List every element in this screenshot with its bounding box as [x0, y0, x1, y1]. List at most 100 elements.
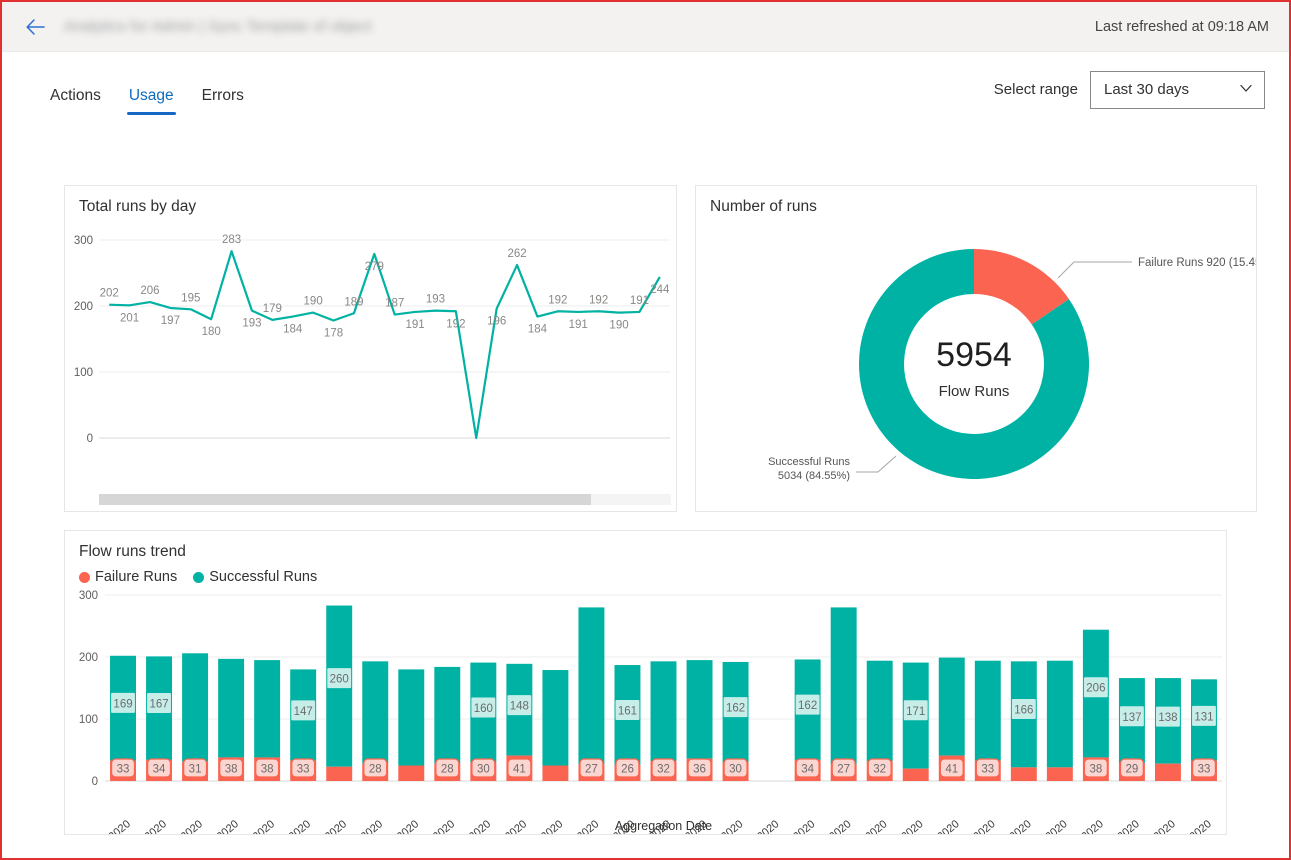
bar-segment-successful[interactable]: [182, 653, 209, 762]
bar-label-failure: 29: [1126, 764, 1139, 776]
bar-segment-failure[interactable]: [1154, 763, 1181, 781]
top-command-bar: Analytics for Admin | Sync Template of o…: [2, 2, 1289, 52]
legend-item-successful-runs[interactable]: Successful Runs: [193, 569, 317, 585]
bar-segment-failure[interactable]: [326, 766, 353, 781]
svg-text:196: 196: [487, 316, 506, 328]
bar-segment-successful[interactable]: [434, 666, 461, 764]
svg-text:191: 191: [630, 295, 649, 307]
bar-segment-failure[interactable]: [902, 768, 929, 781]
bar-segment-successful[interactable]: [578, 607, 605, 765]
bar-label-successful: 160: [474, 703, 493, 715]
chevron-down-icon: [1238, 80, 1254, 100]
svg-text:0: 0: [92, 776, 98, 788]
svg-text:180: 180: [202, 326, 221, 338]
svg-text:178: 178: [324, 328, 343, 340]
bar-segment-successful[interactable]: [974, 660, 1001, 761]
legend-label-success: Successful Runs: [209, 569, 318, 585]
svg-text:184: 184: [283, 324, 303, 336]
bar-segment-failure[interactable]: [1010, 767, 1037, 781]
bar-label-failure: 32: [873, 764, 886, 776]
legend-dot-success: [193, 571, 205, 583]
bar-segment-successful[interactable]: [1046, 660, 1073, 768]
dashboard-content: Total runs by day 0 100 200 300 202 201 206 197…: [38, 159, 1276, 860]
bar-segment-successful[interactable]: [398, 669, 425, 766]
bar-label-failure: 38: [261, 764, 274, 776]
bar-label-failure: 34: [801, 764, 814, 776]
bar-chart-title: Flow runs trend: [79, 543, 186, 560]
range-dropdown[interactable]: Last 30 days: [1090, 70, 1265, 109]
line-chart-scrollbar[interactable]: [99, 494, 671, 505]
donut-chart-viewport: 5954 Flow Runs Failure Runs 920 (15.45%) Su…: [696, 222, 1276, 512]
bar-chart-legend: Failure Runs Successful Runs: [65, 567, 1226, 589]
line-chart-title: Total runs by day: [79, 198, 197, 215]
bar-label-failure: 38: [225, 764, 238, 776]
svg-text:279: 279: [365, 261, 384, 273]
bar-label-failure: 30: [729, 764, 742, 776]
bar-label-failure: 27: [585, 764, 598, 776]
bar-label-successful: 206: [1086, 683, 1105, 695]
panel-number-of-runs: Number of runs 5954 Flow Runs Failure Runs…: [695, 185, 1276, 512]
svg-text:192: 192: [548, 294, 567, 306]
bar-label-failure: 26: [621, 764, 634, 776]
bar-x-axis-title: Aggregation Date: [615, 819, 712, 833]
bar-label-successful: 137: [1122, 712, 1141, 724]
bar-segment-successful[interactable]: [362, 661, 389, 764]
svg-text:192: 192: [446, 318, 465, 330]
svg-text:193: 193: [426, 294, 445, 306]
bar-segment-successful[interactable]: [542, 670, 569, 766]
bar-label-successful: 148: [510, 701, 529, 713]
bar-segment-successful[interactable]: [866, 660, 893, 762]
svg-text:191: 191: [405, 319, 424, 331]
arrow-left-icon: [26, 18, 45, 35]
svg-text:192: 192: [589, 294, 608, 306]
bar-segment-successful[interactable]: [254, 660, 281, 758]
legend-dot-failure: [79, 571, 90, 583]
bar-label-successful: 162: [726, 703, 745, 715]
bar-label-failure: 36: [693, 764, 706, 776]
line-chart-scrollbar-thumb[interactable]: [99, 494, 591, 505]
donut-center-label: Flow Runs: [939, 383, 1010, 400]
svg-text:187: 187: [385, 298, 404, 310]
legend-item-failure-runs[interactable]: Failure Runs: [79, 569, 177, 585]
bar-segment-failure[interactable]: [398, 765, 425, 782]
svg-text:197: 197: [161, 315, 180, 327]
panel-total-runs-by-day: Total runs by day 0 100 200 300 202 201 206 197…: [64, 185, 677, 512]
tab-errors[interactable]: Errors: [190, 81, 256, 115]
bar-label-successful: 131: [1194, 711, 1213, 723]
svg-text:300: 300: [74, 235, 93, 247]
bar-label-failure: 41: [513, 764, 526, 776]
bar-label-failure: 31: [189, 764, 202, 776]
bar-segment-successful[interactable]: [938, 657, 965, 756]
bar-label-successful: 161: [618, 705, 637, 717]
bar-segment-failure[interactable]: [1046, 767, 1073, 781]
line-chart: 0100200300202201206197195180283193179184…: [74, 234, 670, 445]
bar-segment-failure[interactable]: [542, 765, 569, 782]
bar-label-successful: 147: [294, 706, 313, 718]
bar-label-successful: 171: [906, 706, 925, 718]
range-dropdown-value: Last 30 days: [1104, 81, 1190, 98]
svg-text:100: 100: [74, 367, 93, 379]
tab-actions[interactable]: Actions: [38, 81, 113, 115]
svg-text:0: 0: [87, 433, 93, 445]
bar-label-failure: 33: [1198, 764, 1211, 776]
svg-text:195: 195: [181, 292, 200, 304]
line-chart-viewport[interactable]: 0 100 200 300 202 201 206 197 195 180 283 193 179 184…: [65, 222, 676, 484]
svg-text:184: 184: [528, 324, 548, 336]
panel-flow-runs-trend: Flow runs trend Failure Runs Successful …: [64, 530, 1227, 860]
svg-text:200: 200: [74, 301, 93, 313]
bar-label-successful: 169: [113, 698, 132, 710]
bar-segment-successful[interactable]: [686, 660, 713, 759]
svg-text:300: 300: [79, 590, 98, 602]
back-button[interactable]: [20, 12, 50, 42]
page-title: Analytics for Admin | Sync Template of o…: [64, 18, 372, 35]
bar-label-failure: 30: [477, 764, 490, 776]
bar-segment-successful[interactable]: [650, 661, 677, 762]
svg-text:189: 189: [344, 296, 363, 308]
svg-text:206: 206: [140, 285, 159, 297]
svg-text:200: 200: [79, 652, 98, 664]
tab-usage[interactable]: Usage: [117, 81, 186, 115]
bar-segment-successful[interactable]: [830, 607, 857, 765]
svg-text:190: 190: [609, 320, 628, 332]
svg-text:244: 244: [650, 284, 670, 296]
bar-segment-successful[interactable]: [218, 658, 245, 758]
